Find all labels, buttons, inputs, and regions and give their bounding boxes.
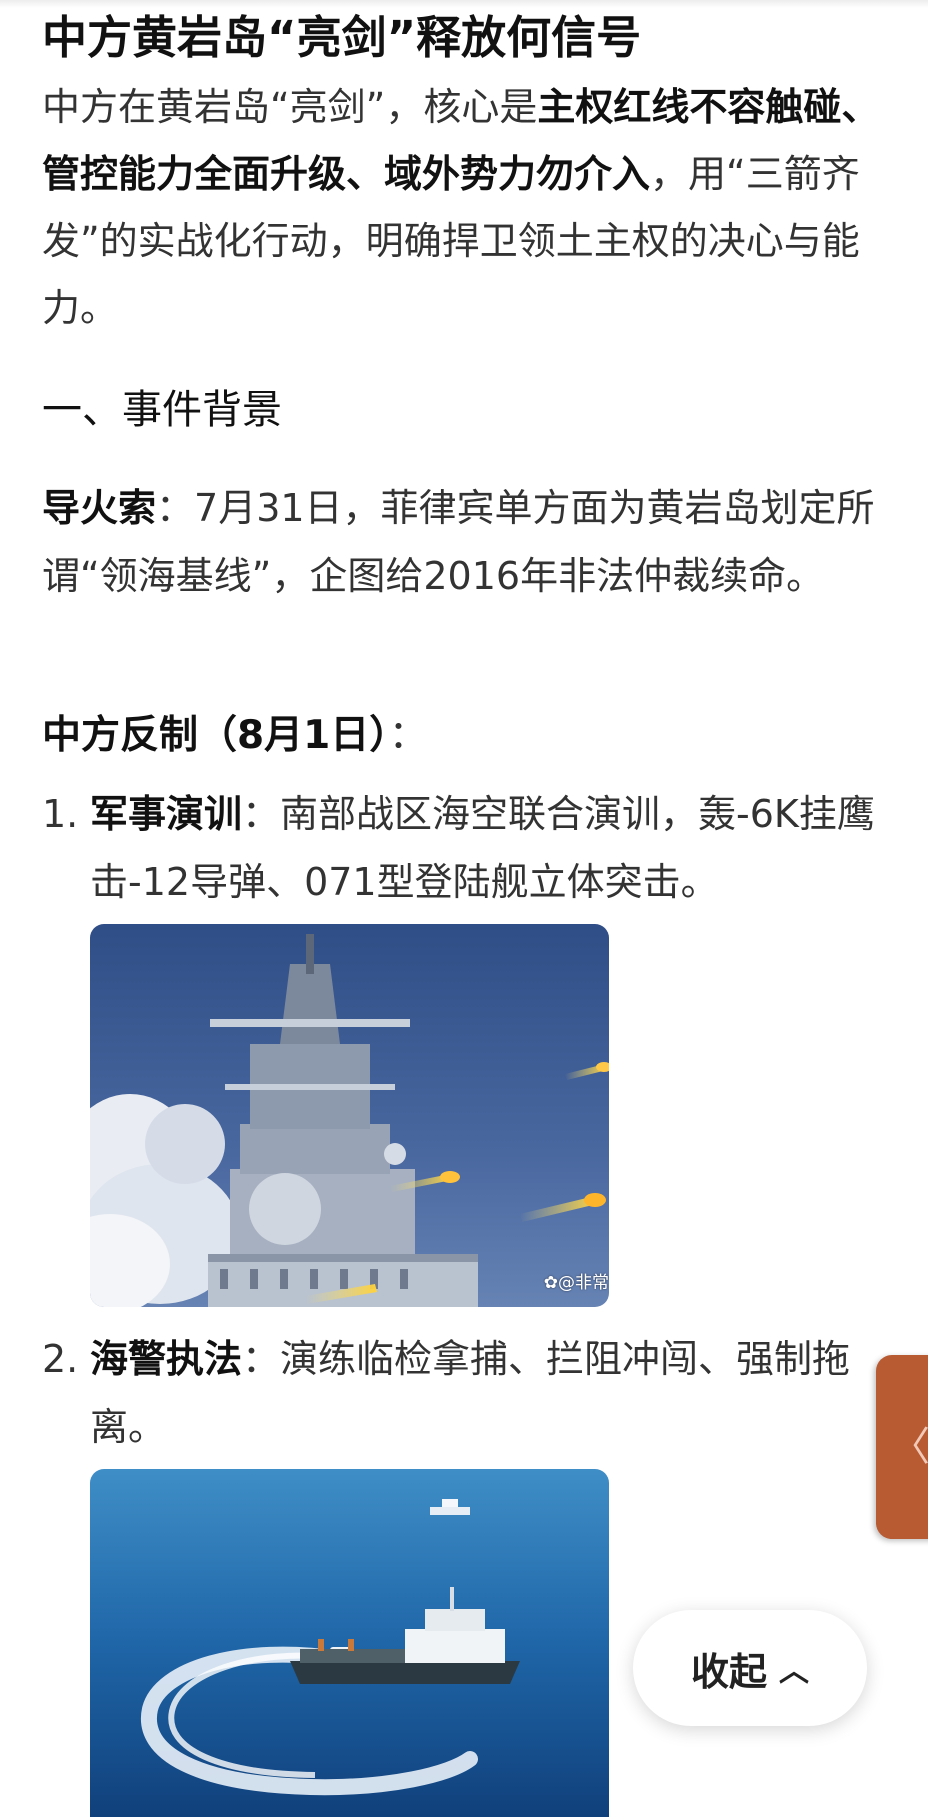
countermeasures-heading: 中方反制（8月1日）：	[42, 706, 428, 766]
list-item-label: 海警执法	[90, 1337, 243, 1381]
side-tab[interactable]: 〈	[876, 1355, 928, 1539]
warship-illustration	[90, 924, 609, 1307]
coast-guard-image[interactable]	[90, 1469, 609, 1817]
top-edge	[0, 0, 928, 8]
countermeasures-heading-text: 中方反制（8月1日）	[42, 713, 389, 758]
coast-guard-illustration	[90, 1469, 609, 1817]
trigger-label: 导火索	[42, 486, 157, 530]
chevron-up-icon: ︿	[779, 1654, 809, 1689]
trigger-text: ：7月31日，菲律宾单方面为黄岩岛划定所谓“领海基线”，企图给2016年非法仲裁…	[42, 486, 875, 598]
collapse-label: 收起	[690, 1649, 767, 1694]
list-item: 1. 军事演训：南部战区海空联合演训，轰-6K挂鹰击-12导弹、071型登陆舰立…	[42, 780, 892, 916]
list-item-number: 1.	[42, 792, 79, 836]
list-item-label: 军事演训	[90, 792, 243, 836]
paw-icon: ✿	[543, 1273, 558, 1293]
countermeasures-colon: ：	[388, 713, 428, 758]
trigger-paragraph: 导火索：7月31日，菲律宾单方面为黄岩岛划定所谓“领海基线”，企图给2016年非…	[42, 474, 892, 610]
list-item: 2. 海警执法：演练临检拿捕、拦阻冲闯、强制拖离。	[42, 1325, 892, 1461]
collapse-button[interactable]: 收起 ︿	[633, 1610, 867, 1726]
watermark: ✿@非常	[544, 1268, 609, 1293]
article-title: 中方黄岩岛“亮剑”释放何信号	[42, 11, 642, 64]
watermark-text: @非常	[558, 1273, 609, 1293]
article-intro: 中方在黄岩岛“亮剑”，核心是主权红线不容触碰、管控能力全面升级、域外势力勿介入，…	[42, 74, 888, 342]
list-item-number: 2.	[42, 1337, 79, 1381]
intro-prefix: 中方在黄岩岛“亮剑”，核心是	[42, 85, 538, 129]
warship-missile-image[interactable]: ✿@非常	[90, 924, 609, 1307]
section-heading-background: 一、事件背景	[42, 387, 282, 433]
chevron-left-icon: 〈	[890, 1424, 928, 1470]
